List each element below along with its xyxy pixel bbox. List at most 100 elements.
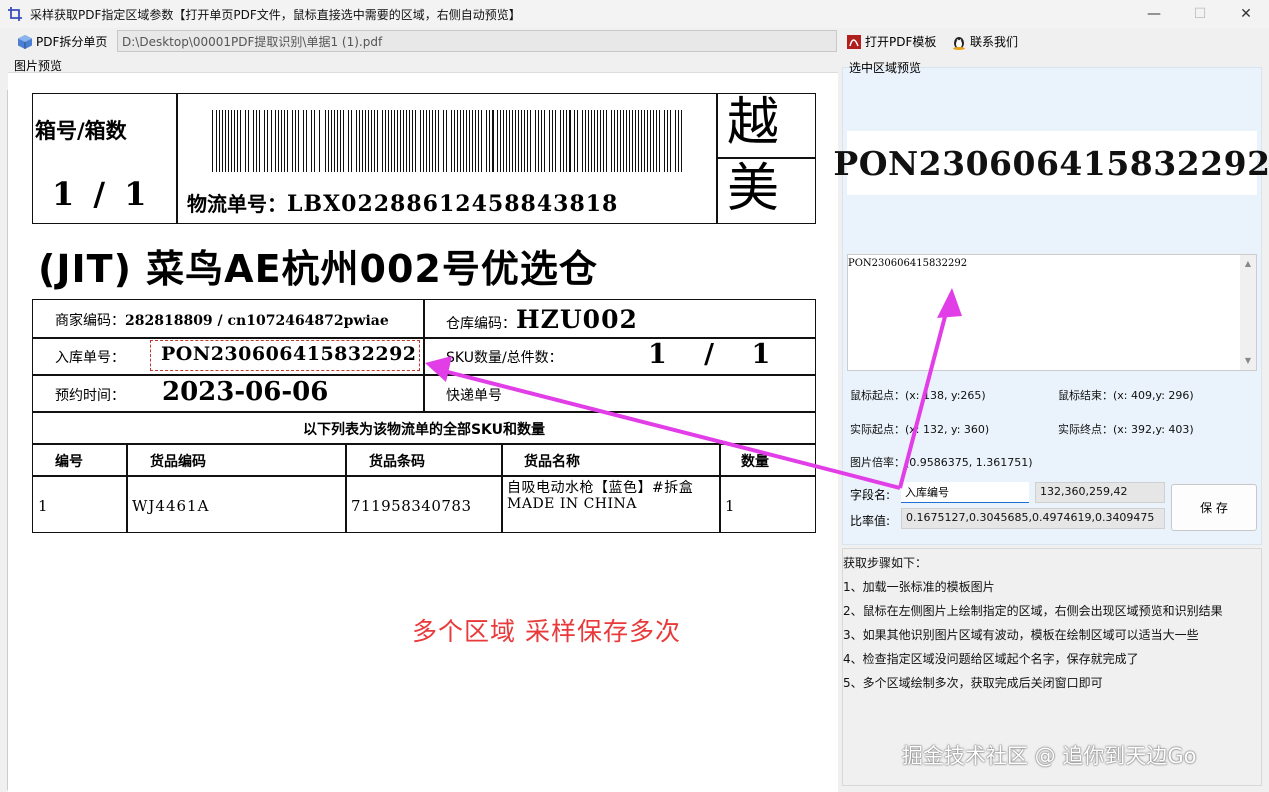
- appointment-value: 2023-06-06: [162, 377, 329, 407]
- pdf-split-label: PDF拆分单页: [36, 35, 108, 49]
- barcode-bar: [664, 110, 665, 172]
- barcode-bar: [681, 110, 682, 172]
- barcode-bar: [626, 110, 627, 172]
- scroll-up-icon[interactable]: ▲: [1240, 257, 1256, 271]
- barcode-bar: [264, 110, 265, 172]
- barcode-bar: [549, 110, 550, 172]
- step-item: 4、检查指定区域没问题给区域起个名字，保存就完成了: [843, 652, 1139, 666]
- inbound-number-label: 入库单号：: [55, 350, 125, 366]
- barcode-bar: [334, 110, 335, 172]
- barcode-bar: [275, 110, 276, 172]
- save-button[interactable]: 保 存: [1171, 484, 1257, 531]
- barcode-bar: [343, 110, 344, 172]
- step-item: 5、多个区域绘制多次，获取完成后关闭窗口即可: [843, 676, 1103, 690]
- merchant-code-value: 282818809 / cn1072464872pwiae: [125, 313, 389, 329]
- barcode-bar: [256, 110, 257, 172]
- barcode-bar: [374, 110, 375, 172]
- barcode-bar: [569, 110, 571, 172]
- barcode-bar: [541, 110, 542, 172]
- barcode-bar: [219, 110, 220, 172]
- barcode-bar: [385, 110, 386, 172]
- col-header-index: 编号: [55, 454, 83, 470]
- cropped-text: PON230606415832292: [833, 143, 1269, 183]
- barcode-bar: [435, 110, 436, 172]
- ratio-label: 比率值:: [850, 514, 891, 528]
- left-edge-divider: [0, 90, 8, 790]
- window-title: 采样获取PDF指定区域参数【打开单页PDF文件，鼠标直接选中需要的区域，右侧自动…: [30, 7, 521, 22]
- maximize-icon[interactable]: ☐: [1177, 0, 1223, 28]
- barcode-bar: [371, 110, 372, 172]
- mouse-start-info: 鼠标起点：(x: 138, y:265): [850, 389, 986, 402]
- barcode-bar: [563, 110, 564, 172]
- barcode-bar: [606, 110, 607, 172]
- barcode-bar: [588, 110, 589, 172]
- side-char-top: 越: [727, 93, 780, 153]
- coords-field[interactable]: 132,360,259,42: [1035, 482, 1165, 503]
- ocr-result-textarea[interactable]: PON230606415832292 ▲ ▼: [847, 254, 1257, 371]
- barcode-bar: [245, 110, 246, 172]
- barcode-bar: [466, 110, 467, 172]
- scrollbar[interactable]: ▲ ▼: [1240, 255, 1256, 370]
- barcode-bar: [281, 110, 282, 172]
- ratio-field[interactable]: 0.1675127,0.3045685,0.4974619,0.3409475: [901, 508, 1165, 529]
- barcode-bar: [481, 110, 482, 172]
- field-name-input[interactable]: [901, 482, 1029, 503]
- pdf-path-field[interactable]: [117, 30, 837, 52]
- barcode-bar: [271, 110, 272, 172]
- steps-title: 获取步骤如下：: [843, 556, 928, 570]
- barcode-bar: [284, 110, 285, 172]
- barcode-bar: [438, 110, 439, 172]
- barcode-bar: [429, 110, 430, 172]
- barcode-bar: [460, 110, 461, 172]
- barcode-bar: [518, 110, 519, 172]
- divider: [32, 443, 816, 445]
- barcode-bar: [632, 110, 633, 172]
- barcode-bar: [544, 110, 545, 172]
- image-ratio-info: 图片倍率：(0.9586375, 1.361751): [850, 456, 1033, 469]
- scroll-down-icon[interactable]: ▼: [1240, 354, 1256, 368]
- minimize-icon[interactable]: —: [1131, 0, 1177, 28]
- barcode-bar: [535, 110, 536, 172]
- actual-end-info: 实际终点：(x: 392,y: 403): [1058, 423, 1194, 436]
- barcode-bar: [670, 110, 671, 172]
- barcode-bar: [489, 110, 490, 172]
- barcode-bar: [348, 110, 349, 172]
- pdf-split-button[interactable]: PDF拆分单页: [13, 31, 111, 53]
- barcode-bar: [492, 110, 494, 172]
- contact-us-button[interactable]: 联系我们: [947, 31, 1022, 53]
- box-number-value: 1 / 1: [52, 175, 151, 213]
- list-caption: 以下列表为该物流单的全部SKU和数量: [302, 422, 546, 438]
- barcode-bar: [328, 110, 329, 172]
- barcode-bar: [362, 110, 363, 172]
- barcode-bar: [566, 110, 567, 172]
- barcode-bar: [237, 110, 238, 172]
- merchant-code-label: 商家编码：: [55, 313, 125, 329]
- barcode-bar: [212, 110, 213, 172]
- cube-icon: [17, 34, 33, 50]
- step-item: 3、如果其他识别图片区域有波动，模板在绘制区域可以适当大一些: [843, 628, 1199, 642]
- barcode-bar: [512, 110, 513, 172]
- barcode-bar: [365, 110, 366, 172]
- barcode-bar: [574, 110, 575, 172]
- barcode-bar: [457, 110, 458, 172]
- tracking-number: 物流单号：LBX02288612458843818: [187, 188, 618, 217]
- toolbar: PDF拆分单页 打开PDF模板 联系我们: [0, 29, 1269, 54]
- step-item: 2、鼠标在左侧图片上绘制指定的区域，右侧会出现区域预览和识别结果: [843, 604, 1223, 618]
- barcode-bar: [629, 110, 630, 172]
- barcode-bar: [475, 110, 476, 172]
- divider: [32, 411, 816, 413]
- divider: [719, 443, 721, 533]
- close-icon[interactable]: ✕: [1223, 0, 1269, 28]
- box-number-label: 箱号/箱数: [35, 119, 127, 143]
- open-pdf-template-button[interactable]: 打开PDF模板: [842, 31, 940, 53]
- open-pdf-template-label: 打开PDF模板: [865, 35, 937, 49]
- side-char-bottom: 美: [727, 159, 780, 219]
- barcode-bar: [623, 110, 624, 172]
- merchant-code: 商家编码：282818809 / cn1072464872pwiae: [55, 310, 389, 330]
- barcode-bar: [600, 110, 601, 172]
- barcode-bar: [527, 110, 528, 172]
- barcode-bar: [397, 110, 398, 172]
- barcode-bar: [391, 110, 392, 172]
- barcode-bar: [259, 110, 260, 172]
- barcode-bar: [635, 110, 636, 172]
